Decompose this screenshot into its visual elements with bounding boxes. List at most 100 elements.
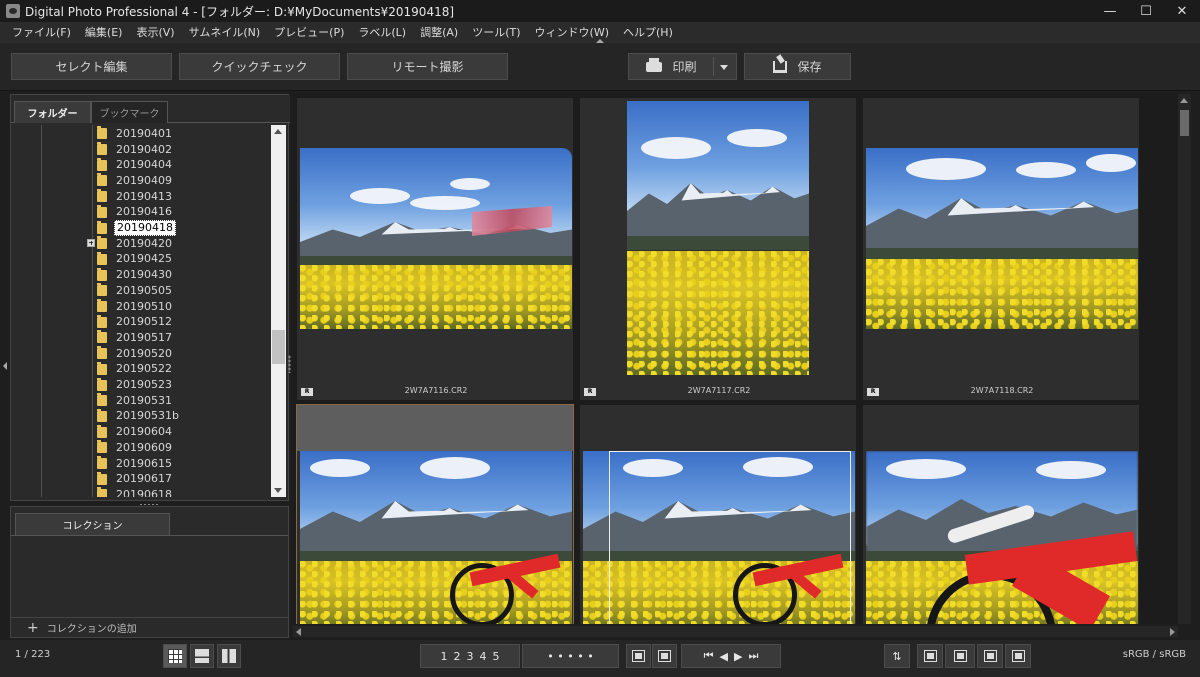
sidebar-resize-handle[interactable] [288,355,291,373]
menu-thumbnail[interactable]: サムネイル(N) [182,22,268,43]
chevron-down-icon[interactable] [720,65,728,70]
rotate-left-button[interactable] [626,644,651,668]
folder-icon [97,314,107,328]
af-point-button[interactable] [977,644,1003,668]
folder-tree-item[interactable]: 20190413 [97,189,174,205]
menu-label[interactable]: ラベル(L) [351,22,413,43]
menu-preview[interactable]: プレビュー(P) [267,22,351,43]
folder-tree-item[interactable]: 20190523 [97,377,174,393]
folder-tree-item[interactable]: 20190617 [97,471,174,487]
menu-adjust[interactable]: 調整(A) [413,22,465,43]
folder-tree-item[interactable]: 20190531 [97,393,174,409]
folder-tree-item[interactable]: 20190522 [97,361,174,378]
folder-tree-scrollbar[interactable] [271,125,286,497]
thumbnail-cell-selected[interactable] [296,404,574,624]
folder-icon [97,251,107,265]
info-panel-button[interactable] [917,644,943,668]
check-mark-buttons[interactable]: • • • • • [522,644,619,668]
folder-tree-item[interactable]: 20190401 [97,126,174,142]
rating-5-button[interactable]: 5 [490,650,503,663]
folder-label: 20190523 [116,378,172,392]
rating-1-button[interactable]: 1 [438,650,451,663]
folder-tree-item[interactable]: 20190615 [97,456,174,472]
split-view-button[interactable] [217,644,241,668]
tab-collection[interactable]: コレクション [15,513,170,535]
add-collection-button[interactable]: + コレクションの追加 [11,617,288,637]
scroll-up-icon[interactable] [1180,98,1188,103]
scroll-down-icon[interactable] [274,488,282,493]
folder-tree-item[interactable]: 20190609 [97,440,174,456]
collapse-left-panel-arrow-icon[interactable] [3,362,7,370]
folder-icon [97,361,107,375]
histogram-button[interactable] [945,644,975,668]
grid-view-button[interactable] [163,644,187,668]
folder-tree-item[interactable]: 20190618 [97,487,174,497]
thumbnail-cell[interactable]: R 2W7A7117.CR2 [579,97,857,401]
folder-icon [97,471,107,485]
scrollbar-thumb[interactable] [272,330,285,364]
folder-tree-item[interactable]: 20190520 [97,346,174,362]
navigation-buttons[interactable]: ⏮ ◀ ▶ ⏭ [681,644,781,668]
thumbnail-cell[interactable]: R 2W7A7118.CR2 [862,97,1140,401]
color-space-label: sRGB / sRGB [1122,649,1186,660]
sort-button[interactable]: ⇅ [884,644,910,668]
first-image-icon[interactable]: ⏮ [701,649,717,663]
menu-edit[interactable]: 編集(E) [78,22,130,43]
rating-2-button[interactable]: 2 [451,650,464,663]
thumbnail-cell[interactable] [579,404,857,624]
folder-tree-item[interactable]: 20190409 [97,173,174,189]
list-view-button[interactable] [190,644,214,668]
folder-tree-item[interactable]: 20190416 [97,204,174,221]
select-edit-button[interactable]: セレクト編集 [11,53,172,80]
maximize-button[interactable]: ☐ [1128,0,1164,22]
print-button[interactable]: 印刷 [628,53,737,80]
camera-button[interactable] [1005,644,1031,668]
folder-tree-item[interactable]: 20190604 [97,424,174,440]
folder-tree-item[interactable]: 20190430 [97,267,174,283]
menu-help[interactable]: ヘルプ(H) [616,22,680,43]
folder-tree-item[interactable]: 20190404 [97,157,174,173]
expand-plus-icon[interactable] [87,238,95,247]
folder-tree-item[interactable]: 20190418 [97,220,176,237]
menu-tools[interactable]: ツール(T) [465,22,527,43]
folder-tree-item[interactable]: 20190512 [97,314,174,330]
scrollbar-thumb[interactable] [1180,110,1189,136]
folder-tree-item[interactable]: 20190531b [97,408,181,425]
folder-label: 20190418 [114,220,176,237]
close-button[interactable]: ✕ [1164,0,1200,22]
folder-label: 20190517 [116,330,172,344]
tab-bookmark[interactable]: ブックマーク [91,101,168,123]
thumbnail-cell[interactable]: R 2W7A7116.CR2 [296,97,574,401]
thumbnail-cell[interactable] [862,404,1140,624]
folder-tree-item[interactable]: 20190425 [97,251,174,268]
folder-tree-item[interactable]: 20190505 [97,283,174,299]
quick-check-label: クイックチェック [211,60,308,74]
rating-3-button[interactable]: 3 [464,650,477,663]
folder-tree-item[interactable]: 20190510 [97,299,174,315]
tab-folder[interactable]: フォルダー [14,101,91,123]
quick-check-button[interactable]: クイックチェック [179,53,340,80]
check-mark-dots[interactable]: • • • • • [544,650,596,663]
menu-view[interactable]: 表示(V) [129,22,181,43]
grid-horizontal-scrollbar[interactable] [293,626,1178,637]
folder-label: 20190425 [116,252,172,266]
scroll-right-icon[interactable] [1170,628,1175,636]
scroll-left-icon[interactable] [296,628,301,636]
select-edit-label: セレクト編集 [55,60,128,74]
menu-file[interactable]: ファイル(F) [5,22,78,43]
previous-image-icon[interactable]: ◀ [717,650,731,663]
scroll-up-icon[interactable] [274,129,282,134]
rating-4-button[interactable]: 4 [477,650,490,663]
remote-shoot-button[interactable]: リモート撮影 [347,53,508,80]
rating-buttons[interactable]: 1 2 3 4 5 [420,644,520,668]
next-image-icon[interactable]: ▶ [731,650,745,663]
rotate-right-button[interactable] [652,644,677,668]
grid-vertical-scrollbar[interactable] [1178,94,1191,624]
minimize-button[interactable]: — [1092,0,1128,22]
last-image-icon[interactable]: ⏭ [745,649,761,663]
folder-tree-item[interactable]: 20190402 [97,142,174,158]
folder-tree-item[interactable]: 20190420 [87,236,174,252]
save-button[interactable]: 保存 [744,53,851,80]
folder-tree-item[interactable]: 20190517 [97,330,174,346]
window-title: Digital Photo Professional 4 - [フォルダー: D… [25,4,455,19]
